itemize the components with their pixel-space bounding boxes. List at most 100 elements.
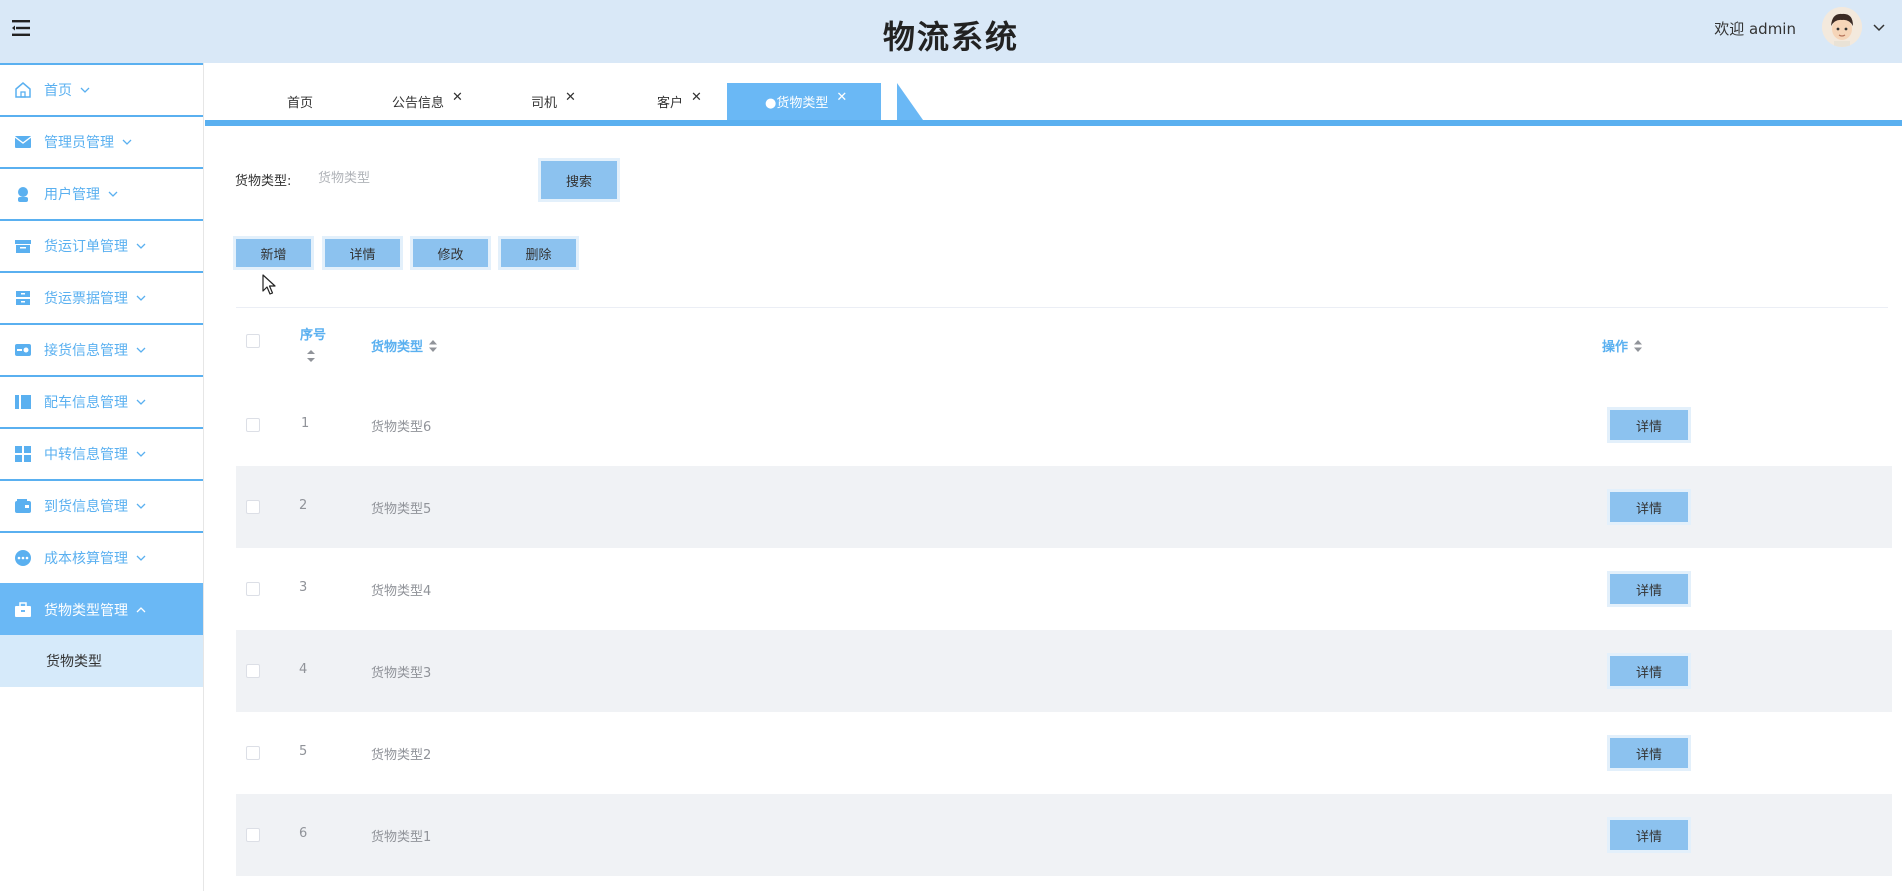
table-row: 2 货物类型5 详情: [236, 466, 1892, 548]
chevron-down-icon: [136, 555, 146, 561]
row-checkbox[interactable]: [246, 500, 260, 514]
sidebar: 首页 管理员管理 用户管理 货运订单管理 货运票据管理 接货信息管理 配车信息管…: [0, 63, 204, 891]
sidebar-item-admin[interactable]: 管理员管理: [0, 115, 203, 167]
envelope-icon: [14, 136, 32, 148]
row-detail-button[interactable]: 详情: [1610, 410, 1688, 440]
chevron-down-icon: [136, 295, 146, 301]
chevron-down-icon: [136, 399, 146, 405]
column-header-action[interactable]: 操作: [1602, 336, 1643, 355]
sidebar-item-label: 配车信息管理: [44, 395, 128, 411]
sort-icon[interactable]: [429, 339, 438, 352]
sidebar-item-vehicle[interactable]: 配车信息管理: [0, 375, 203, 427]
sort-icon[interactable]: [306, 349, 316, 363]
row-detail-button[interactable]: 详情: [1610, 656, 1688, 686]
table-row: 4 货物类型3 详情: [236, 630, 1892, 712]
row-detail-button[interactable]: 详情: [1610, 574, 1688, 604]
tab-notice[interactable]: 公告信息 ✕: [392, 83, 463, 119]
chevron-down-icon: [136, 347, 146, 353]
close-icon[interactable]: ✕: [691, 90, 702, 105]
table-row: 5 货物类型2 详情: [236, 712, 1892, 794]
row-index: 6: [299, 826, 308, 841]
top-header: 物流系统 欢迎 admin: [0, 0, 1902, 63]
sidebar-item-label: 接货信息管理: [44, 343, 128, 359]
search-label: 货物类型:: [235, 174, 292, 189]
more-icon: [15, 550, 31, 566]
row-cargo-type: 货物类型1: [371, 830, 432, 845]
sidebar-item-arrival[interactable]: 到货信息管理: [0, 479, 203, 531]
sidebar-item-users[interactable]: 用户管理: [0, 167, 203, 219]
sidebar-item-label: 成本核算管理: [44, 551, 128, 567]
chevron-up-icon: [136, 607, 146, 613]
sidebar-item-cargo-type[interactable]: 货物类型管理: [0, 583, 203, 635]
row-checkbox[interactable]: [246, 746, 260, 760]
sort-icon[interactable]: [1634, 339, 1643, 352]
grid-icon: [15, 446, 31, 462]
close-icon[interactable]: ✕: [836, 90, 847, 105]
sidebar-item-receipts[interactable]: 货运票据管理: [0, 271, 203, 323]
row-cargo-type: 货物类型3: [371, 666, 432, 681]
column-header-index[interactable]: 序号: [300, 324, 326, 363]
row-detail-button[interactable]: 详情: [1610, 738, 1688, 768]
chevron-down-icon: [80, 87, 90, 93]
avatar[interactable]: [1822, 7, 1862, 47]
tab-cargo-type[interactable]: ●货物类型 ✕: [727, 83, 882, 120]
row-detail-button[interactable]: 详情: [1610, 820, 1688, 850]
tab-customer[interactable]: 客户 ✕: [657, 83, 702, 119]
tab-label: 首页: [287, 95, 314, 111]
data-table: 序号 货物类型 操作 1 货物类型6 详情 2 货物类型5 详情 3 货物类型4…: [236, 312, 1892, 876]
close-icon[interactable]: ✕: [452, 90, 463, 105]
detail-button[interactable]: 详情: [325, 239, 400, 267]
chevron-down-icon: [108, 191, 118, 197]
chevron-down-icon: [136, 503, 146, 509]
row-index: 5: [299, 744, 308, 759]
sidebar-item-home[interactable]: 首页: [0, 63, 203, 115]
tab-home[interactable]: 首页: [287, 83, 313, 119]
divider: [236, 307, 1888, 308]
row-checkbox[interactable]: [246, 418, 260, 432]
sidebar-item-label: 管理员管理: [44, 135, 114, 151]
app-title: 物流系统: [882, 18, 1019, 56]
row-detail-button[interactable]: 详情: [1610, 492, 1688, 522]
welcome-text: 欢迎 admin: [1714, 20, 1796, 38]
sidebar-item-transfer[interactable]: 中转信息管理: [0, 427, 203, 479]
avatar-image: [1822, 7, 1862, 47]
table-row: 1 货物类型6 详情: [236, 384, 1892, 466]
chevron-down-icon: [136, 451, 146, 457]
sidebar-item-cost[interactable]: 成本核算管理: [0, 531, 203, 583]
tab-label: ●货物类型: [765, 96, 829, 111]
select-all-checkbox[interactable]: [246, 334, 260, 348]
add-button[interactable]: 新增: [236, 239, 311, 267]
submenu-item-cargo-type[interactable]: 货物类型: [0, 635, 203, 687]
chevron-down-icon[interactable]: [1872, 20, 1886, 34]
edit-button[interactable]: 修改: [413, 239, 488, 267]
row-checkbox[interactable]: [246, 828, 260, 842]
sidebar-item-label: 中转信息管理: [44, 447, 128, 463]
sidebar-item-orders[interactable]: 货运订单管理: [0, 219, 203, 271]
table-row: 6 货物类型1 详情: [236, 794, 1892, 876]
column-label: 序号: [300, 328, 327, 343]
search-input[interactable]: [318, 162, 518, 194]
chevron-down-icon: [136, 243, 146, 249]
column-header-type[interactable]: 货物类型: [371, 336, 438, 355]
sidebar-item-receive[interactable]: 接货信息管理: [0, 323, 203, 375]
wallet-icon: [15, 499, 31, 513]
row-checkbox[interactable]: [246, 582, 260, 596]
row-checkbox[interactable]: [246, 664, 260, 678]
row-cargo-type: 货物类型6: [371, 420, 432, 435]
tab-driver[interactable]: 司机 ✕: [531, 83, 576, 119]
tab-label: 公告信息: [392, 95, 445, 111]
chevron-down-icon: [122, 139, 132, 145]
home-icon: [15, 82, 31, 98]
tab-bar: 首页 公告信息 ✕ 司机 ✕ 客户 ✕ ●货物类型 ✕: [205, 63, 1902, 126]
tab-label: 客户: [657, 95, 684, 111]
search-button[interactable]: 搜索: [541, 161, 617, 199]
delete-button[interactable]: 删除: [501, 239, 576, 267]
column-label: 货物类型: [371, 340, 424, 355]
sidebar-item-label: 到货信息管理: [44, 499, 128, 515]
row-cargo-type: 货物类型4: [371, 584, 432, 599]
user-icon: [18, 187, 28, 202]
briefcase-icon: [15, 602, 31, 617]
close-icon[interactable]: ✕: [565, 90, 576, 105]
row-index: 3: [299, 580, 308, 595]
receive-icon: [15, 344, 31, 356]
